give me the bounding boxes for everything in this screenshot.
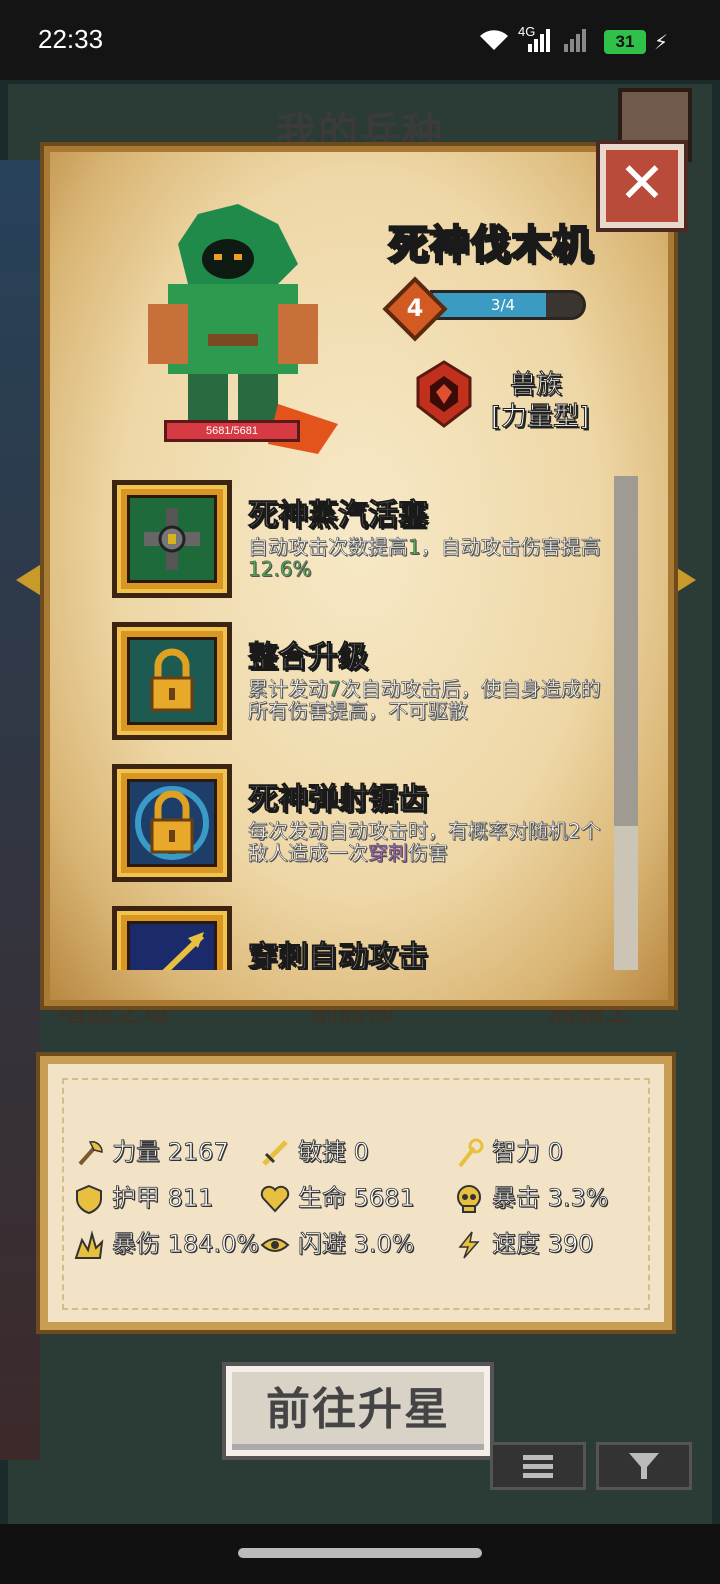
skill-title: 穿刺自动攻击 <box>248 940 429 971</box>
skill-title: 死神蒸汽活塞 <box>248 498 429 534</box>
level-progress-bar: 3/4 <box>430 290 586 320</box>
skull-icon <box>457 1185 481 1213</box>
close-button[interactable]: ✕ <box>600 144 684 228</box>
stat-crit-damage: 暴伤 184.0% <box>74 1224 260 1260</box>
go-upgrade-button[interactable]: 前往升星 <box>226 1366 490 1456</box>
skill-description: 自动攻击次数提高1，自动攻击伤害提高12.6% <box>248 535 601 581</box>
level-number: 4 <box>406 294 424 322</box>
staff-icon <box>458 1138 484 1168</box>
background-scenery <box>0 160 40 1460</box>
race-type: [力量型] <box>490 402 590 433</box>
burst-icon <box>74 1230 104 1259</box>
skill-list-scrollbar[interactable] <box>614 476 638 970</box>
arrow-icon <box>112 906 232 970</box>
stat-armor: 护甲 811 <box>74 1178 214 1214</box>
status-bar: 22:33 4G 31 ⚡ <box>0 0 720 80</box>
charging-icon: ⚡ <box>654 30 669 54</box>
stat-speed: 速度 390 <box>454 1224 594 1260</box>
stat-agility: 敏捷 0 <box>260 1132 369 1168</box>
unit-name: 死神伐木机 <box>387 221 593 269</box>
heart-icon <box>260 1185 290 1213</box>
stat-intelligence: 智力 0 <box>454 1132 563 1168</box>
lock-icon <box>112 764 232 882</box>
sword-icon <box>262 1140 288 1166</box>
race-emblem-icon <box>416 360 472 428</box>
skill-title: 死神弹射锯齿 <box>248 782 429 818</box>
scrollbar-thumb[interactable] <box>614 476 638 826</box>
stat-crit: 暴击 3.3% <box>454 1178 609 1214</box>
unit-hp-bar: 5681/5681 <box>164 420 300 442</box>
signal-icon-secondary <box>564 29 586 52</box>
wifi-icon <box>480 30 508 50</box>
list-view-button[interactable] <box>490 1442 586 1490</box>
filter-icon <box>629 1453 659 1479</box>
stat-evasion: 闪避 3.0% <box>260 1224 415 1260</box>
skill-description: 累计发动7次自动攻击后，使自身造成的所有伤害提高，不可驱散 <box>248 677 601 723</box>
list-icon <box>523 1455 553 1478</box>
lock-icon <box>112 622 232 740</box>
skill-description: 每次发动自动攻击时，有概率对随机2个敌人造成一次穿刺伤害 <box>248 819 601 865</box>
eye-icon <box>260 1238 290 1252</box>
filter-button[interactable] <box>596 1442 692 1490</box>
stat-strength: 力量 2167 <box>74 1132 229 1168</box>
battery-indicator: 31 <box>604 30 646 54</box>
skill-list[interactable]: 死神蒸汽活塞 自动攻击次数提高1，自动攻击伤害提高12.6% 整合升级 累计发动… <box>106 476 612 970</box>
lightning-icon <box>458 1231 480 1259</box>
status-time: 22:33 <box>38 24 104 54</box>
skill-title: 整合升级 <box>248 640 369 676</box>
steam-piston-icon <box>112 480 232 598</box>
stat-health: 生命 5681 <box>260 1178 415 1214</box>
signal-icon <box>528 29 550 52</box>
axe-icon <box>78 1141 103 1166</box>
home-gesture-pill[interactable] <box>238 1548 482 1558</box>
level-progress-text: 3/4 <box>490 296 516 314</box>
shield-icon <box>76 1184 102 1214</box>
